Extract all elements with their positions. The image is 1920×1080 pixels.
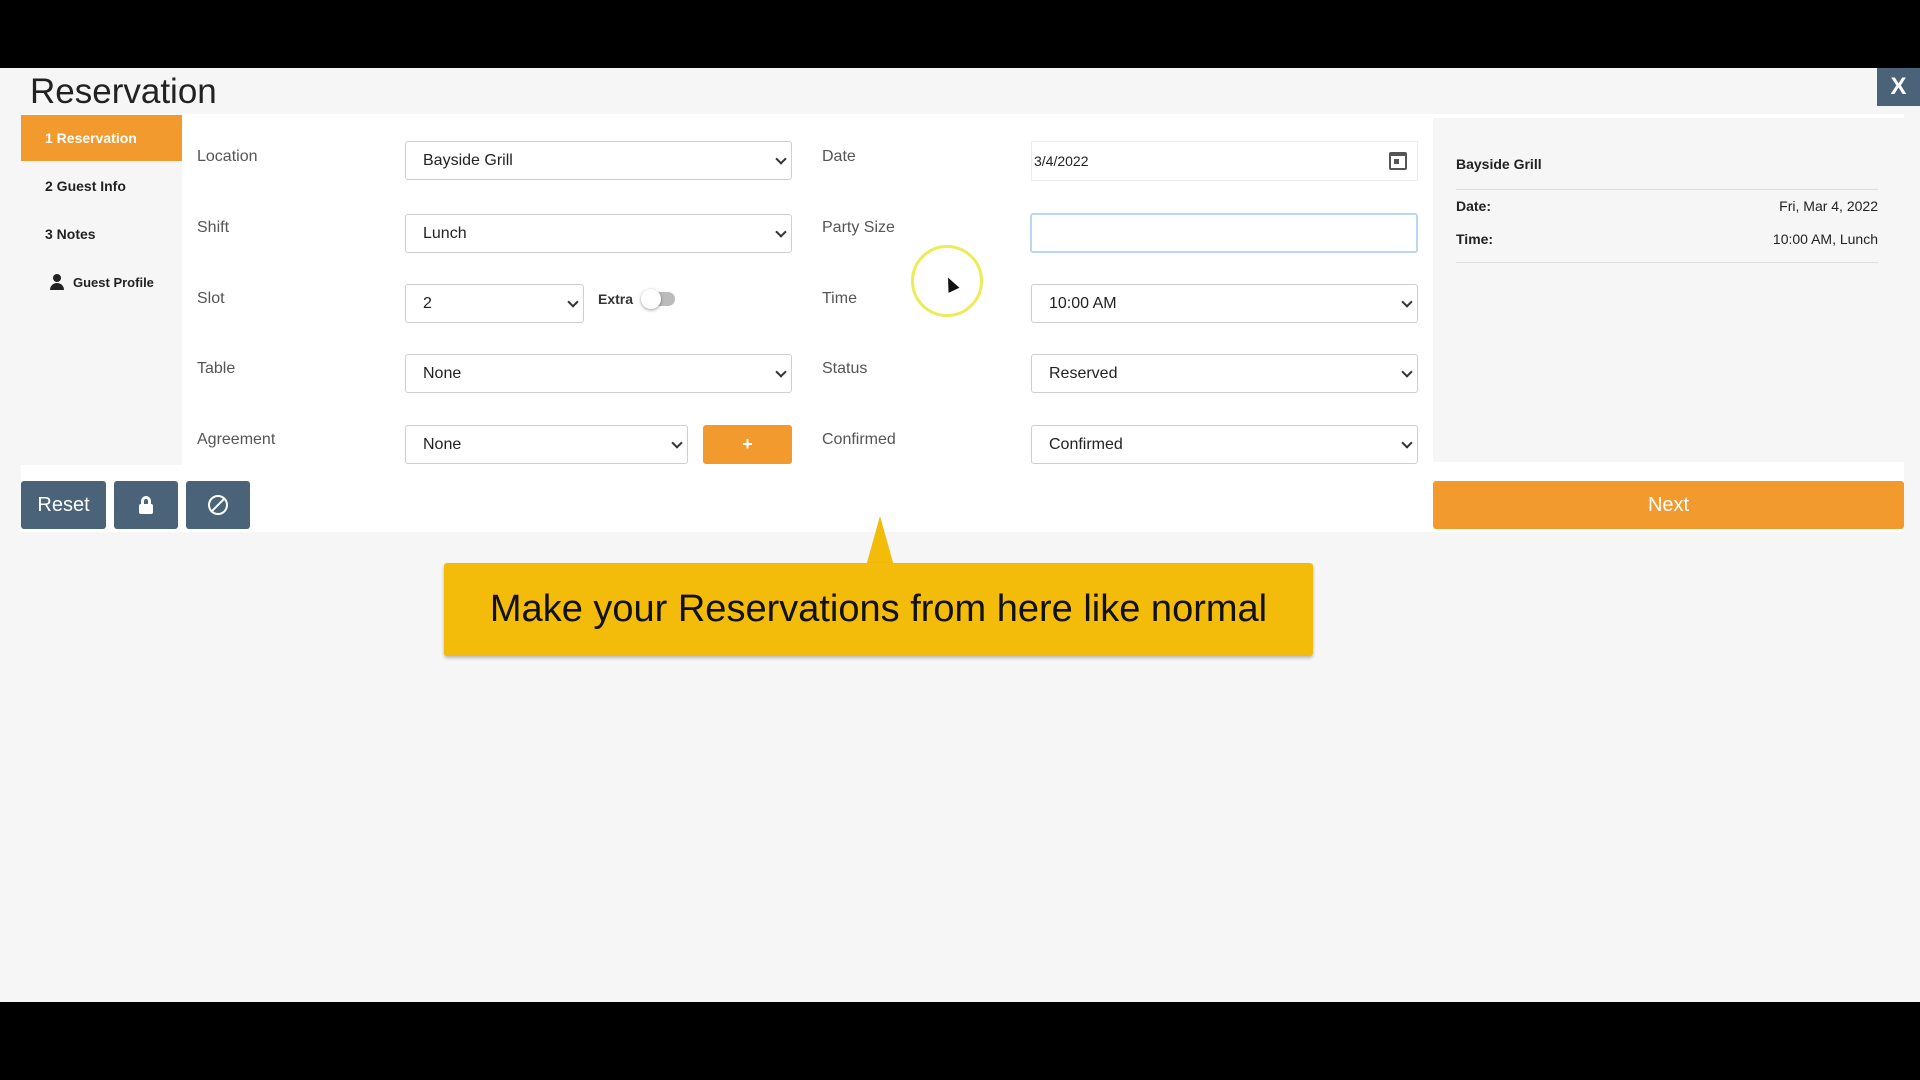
summary-time-value: 10:00 AM, Lunch xyxy=(1772,231,1878,247)
page-title: Reservation xyxy=(30,72,217,111)
divider xyxy=(1456,262,1878,263)
confirmed-value: Confirmed xyxy=(1049,435,1123,453)
divider xyxy=(1456,189,1878,190)
chevron-down-icon xyxy=(1401,437,1413,449)
chevron-down-icon xyxy=(671,437,683,449)
confirmed-label: Confirmed xyxy=(822,431,896,448)
calendar-icon[interactable] xyxy=(1389,152,1407,170)
chevron-down-icon xyxy=(1401,296,1413,308)
slot-select[interactable]: 2 xyxy=(405,284,584,323)
chevron-down-icon xyxy=(775,226,787,238)
nav-item-label: Guest Profile xyxy=(73,274,154,290)
shift-select[interactable]: Lunch xyxy=(405,214,792,253)
chevron-down-icon xyxy=(567,296,579,308)
party-size-input[interactable] xyxy=(1030,213,1418,253)
nav-item-notes[interactable]: 3 Notes xyxy=(21,211,182,257)
nav-item-label: 2 Guest Info xyxy=(45,178,126,194)
table-label: Table xyxy=(197,360,236,377)
slot-label: Slot xyxy=(197,290,225,307)
shift-label: Shift xyxy=(197,219,230,236)
reservation-screen: Reservation X 1 Reservation 2 Guest Info… xyxy=(0,68,1920,1002)
nav-item-reservation[interactable]: 1 Reservation xyxy=(21,115,182,161)
agreement-label: Agreement xyxy=(197,431,276,448)
next-button[interactable]: Next xyxy=(1433,481,1904,529)
chevron-down-icon xyxy=(1401,366,1413,378)
lock-icon xyxy=(139,496,153,514)
reset-button[interactable]: Reset xyxy=(21,481,106,529)
summary-date-label: Date: xyxy=(1456,198,1492,214)
location-value: Bayside Grill xyxy=(423,151,513,169)
person-icon xyxy=(49,274,65,290)
slot-value: 2 xyxy=(423,294,432,312)
party-size-label: Party Size xyxy=(822,219,895,236)
shift-value: Lunch xyxy=(423,224,467,242)
status-value: Reserved xyxy=(1049,364,1118,382)
tutorial-callout: Make your Reservations from here like no… xyxy=(444,563,1313,656)
lock-button[interactable] xyxy=(114,481,178,529)
summary-date-row: Date: Fri, Mar 4, 2022 xyxy=(1456,198,1878,214)
extra-toggle[interactable] xyxy=(641,289,675,309)
confirmed-select[interactable]: Confirmed xyxy=(1031,425,1418,464)
step-nav: 1 Reservation 2 Guest Info 3 Notes Guest… xyxy=(21,115,182,465)
nav-item-guest-info[interactable]: 2 Guest Info xyxy=(21,163,182,209)
table-value: None xyxy=(423,364,462,382)
agreement-select[interactable]: None xyxy=(405,425,688,464)
extra-label: Extra xyxy=(598,291,634,307)
summary-time-row: Time: 10:00 AM, Lunch xyxy=(1456,231,1878,247)
date-input[interactable]: 3/4/2022 xyxy=(1031,141,1418,181)
callout-pointer xyxy=(866,516,894,566)
summary-date-value: Fri, Mar 4, 2022 xyxy=(1779,198,1878,214)
reservation-summary: Bayside Grill Date: Fri, Mar 4, 2022 Tim… xyxy=(1433,118,1904,462)
agreement-value: None xyxy=(423,435,462,453)
status-select[interactable]: Reserved xyxy=(1031,354,1418,393)
summary-location: Bayside Grill xyxy=(1456,156,1542,172)
date-label: Date xyxy=(822,148,856,165)
nav-item-label: 3 Notes xyxy=(45,226,96,242)
table-select[interactable]: None xyxy=(405,354,792,393)
status-label: Status xyxy=(822,360,868,377)
location-select[interactable]: Bayside Grill xyxy=(405,141,792,180)
ban-icon xyxy=(208,495,228,515)
add-agreement-button[interactable]: + xyxy=(703,425,792,464)
nav-item-label: 1 Reservation xyxy=(45,130,137,146)
chevron-down-icon xyxy=(775,153,787,165)
close-button[interactable]: X xyxy=(1877,68,1920,106)
date-value: 3/4/2022 xyxy=(1034,153,1089,169)
time-value: 10:00 AM xyxy=(1049,294,1117,312)
nav-item-guest-profile[interactable]: Guest Profile xyxy=(21,259,182,305)
location-label: Location xyxy=(197,148,258,165)
cancel-button[interactable] xyxy=(186,481,250,529)
time-label: Time xyxy=(822,290,857,307)
chevron-down-icon xyxy=(775,366,787,378)
summary-time-label: Time: xyxy=(1456,231,1494,247)
time-select[interactable]: 10:00 AM xyxy=(1031,284,1418,323)
